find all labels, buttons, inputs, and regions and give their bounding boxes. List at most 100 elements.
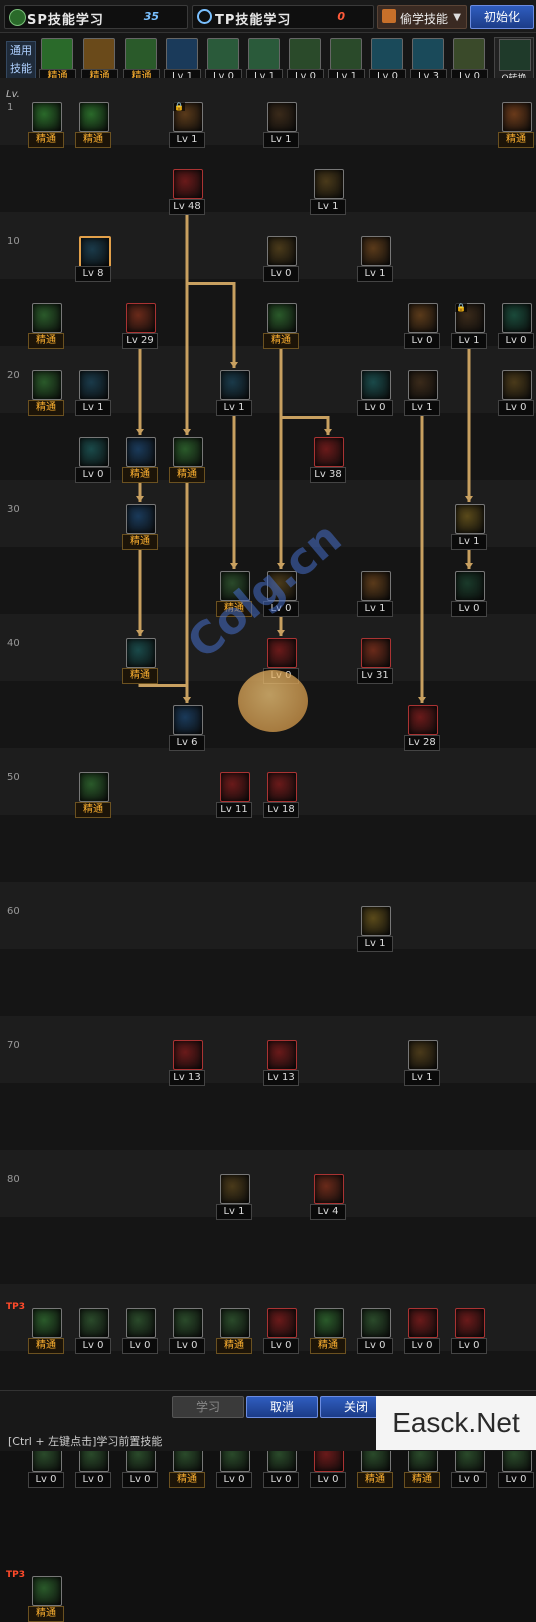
skill-level-label: Lv 1 [216, 400, 252, 416]
arrow-head-icon [465, 563, 473, 569]
skill-slot[interactable]: Lv 28 [404, 705, 440, 751]
skill-icon [455, 571, 485, 601]
skill-icon [267, 772, 297, 802]
skill-slot[interactable]: Lv 0 [451, 1308, 487, 1354]
skill-icon [248, 38, 280, 70]
skill-level-label: Lv 0 [28, 1472, 64, 1488]
skill-slot[interactable]: Lv 0 [404, 1308, 440, 1354]
level-number: 80 [7, 1174, 20, 1185]
skill-slot[interactable]: Lv 0 [263, 1308, 299, 1354]
skill-level-label: Lv 0 [404, 333, 440, 349]
skill-slot[interactable]: Lv 1 [75, 370, 111, 416]
skill-slot[interactable]: Lv 0 [498, 370, 534, 416]
skill-level-label: Lv 1 [451, 333, 487, 349]
skill-slot[interactable]: 精通 [122, 638, 158, 684]
skill-slot[interactable]: Lv 11 [216, 772, 252, 818]
skill-slot[interactable]: 精通 [28, 1308, 64, 1354]
skill-slot[interactable]: Lv 1 [310, 169, 346, 215]
skill-slot[interactable]: Lv 0 [122, 1308, 158, 1354]
skill-slot[interactable]: 精通 [75, 102, 111, 148]
skill-icon [502, 303, 532, 333]
skill-slot[interactable]: Lv 0 [404, 303, 440, 349]
common-skill-slot[interactable]: Lv 0 [368, 37, 406, 84]
skill-slot[interactable]: 精通 [28, 1576, 64, 1622]
learn-button[interactable]: 学习 [172, 1396, 244, 1418]
skill-slot[interactable]: Lv 48 [169, 169, 205, 215]
skill-slot[interactable]: Lv 1 [216, 1174, 252, 1220]
common-skill-slot[interactable]: 精通 [80, 37, 118, 84]
skill-slot[interactable]: Lv 8 [75, 236, 111, 282]
skill-slot[interactable]: 精通 [169, 437, 205, 483]
skill-slot[interactable]: Lv 0 [357, 1308, 393, 1354]
skill-type-dropdown[interactable]: 偷学技能 ▼ [377, 5, 467, 29]
common-skills-label: 通用技能 [6, 41, 36, 81]
lock-icon: 🔒 [455, 303, 467, 312]
ctrl-click-hint: [Ctrl + 左键点击]学习前置技能 [8, 1435, 163, 1448]
common-skill-slot[interactable]: Lv 0 [450, 37, 488, 84]
skill-slot[interactable]: Lv 0 [451, 571, 487, 617]
sp-points: 35 [143, 10, 159, 23]
skill-slot[interactable]: Lv 31 [357, 638, 393, 684]
skill-slot[interactable]: 🔒 Lv 1 [451, 303, 487, 349]
skill-level-label: Lv 1 [451, 534, 487, 550]
sp-skill-tab[interactable]: SP技能学习 35 [4, 5, 188, 29]
skill-level-label: Lv 1 [357, 601, 393, 617]
tp-skill-tab[interactable]: TP技能学习 0 [192, 5, 374, 29]
skill-slot[interactable]: 精通 [498, 102, 534, 148]
skill-slot[interactable]: Lv 0 [169, 1308, 205, 1354]
skill-icon [126, 437, 156, 467]
skill-slot[interactable]: Lv 1 [357, 906, 393, 952]
skill-slot[interactable]: Lv 0 [498, 303, 534, 349]
common-skill-slot[interactable]: Lv 0 [204, 37, 242, 84]
skill-level-label: Lv 0 [263, 1338, 299, 1354]
skill-slot[interactable]: 🔒 Lv 1 [169, 102, 205, 148]
arrow-head-icon [230, 563, 238, 569]
skill-slot[interactable]: Lv 1 [263, 102, 299, 148]
skill-slot[interactable]: Lv 1 [404, 370, 440, 416]
prerequisite-line [185, 199, 236, 368]
common-skill-slot[interactable]: Lv 1 [327, 37, 365, 84]
reset-button[interactable]: 初始化 [470, 5, 534, 29]
skill-level-label: Lv 0 [451, 1338, 487, 1354]
skill-level-label: 精通 [169, 467, 205, 483]
skill-level-label: 精通 [263, 333, 299, 349]
skill-slot[interactable]: Lv 6 [169, 705, 205, 751]
skill-level-label: Lv 0 [498, 333, 534, 349]
skill-slot[interactable]: Lv 0 [75, 1308, 111, 1354]
skill-slot[interactable]: 精通 [122, 437, 158, 483]
skill-slot[interactable]: Lv 13 [169, 1040, 205, 1086]
cancel-button[interactable]: 取消 [246, 1396, 318, 1418]
skill-slot[interactable]: Lv 0 [357, 370, 393, 416]
skill-icon [453, 38, 485, 70]
skill-slot[interactable]: Lv 4 [310, 1174, 346, 1220]
common-skill-slot[interactable]: 精通 [122, 37, 160, 84]
skill-slot[interactable]: 精通 [28, 303, 64, 349]
skill-slot[interactable]: Lv 1 [357, 571, 393, 617]
skill-slot[interactable]: 精通 [310, 1308, 346, 1354]
steal-icon [382, 9, 396, 23]
skill-slot[interactable]: Lv 1 [451, 504, 487, 550]
common-skill-slot[interactable]: Lv 3 [409, 37, 447, 84]
skill-level-label: Lv 0 [357, 1338, 393, 1354]
common-skill-slot[interactable]: Lv 0 [286, 37, 324, 84]
skill-slot[interactable]: Lv 0 [75, 437, 111, 483]
common-skill-slot[interactable]: Lv 1 [245, 37, 283, 84]
skill-slot[interactable]: Lv 29 [122, 303, 158, 349]
skill-slot[interactable]: Lv 0 [263, 236, 299, 282]
skill-slot[interactable]: 精通 [75, 772, 111, 818]
skill-icon [32, 1308, 62, 1338]
skill-slot[interactable]: Lv 1 [216, 370, 252, 416]
skill-slot[interactable]: Lv 13 [263, 1040, 299, 1086]
common-skill-slot[interactable]: 精通 [38, 37, 76, 84]
skill-slot[interactable]: Lv 38 [310, 437, 346, 483]
skill-slot[interactable]: 精通 [28, 370, 64, 416]
skill-slot[interactable]: Lv 1 [357, 236, 393, 282]
skill-slot[interactable]: 精通 [122, 504, 158, 550]
skill-slot[interactable]: 精通 [216, 1308, 252, 1354]
skill-slot[interactable]: 精通 [28, 102, 64, 148]
common-skill-slot[interactable]: Lv 1 [163, 37, 201, 84]
skill-slot[interactable]: 精通 [263, 303, 299, 349]
arrow-head-icon [183, 429, 191, 435]
skill-slot[interactable]: Lv 1 [404, 1040, 440, 1086]
skill-slot[interactable]: Lv 18 [263, 772, 299, 818]
